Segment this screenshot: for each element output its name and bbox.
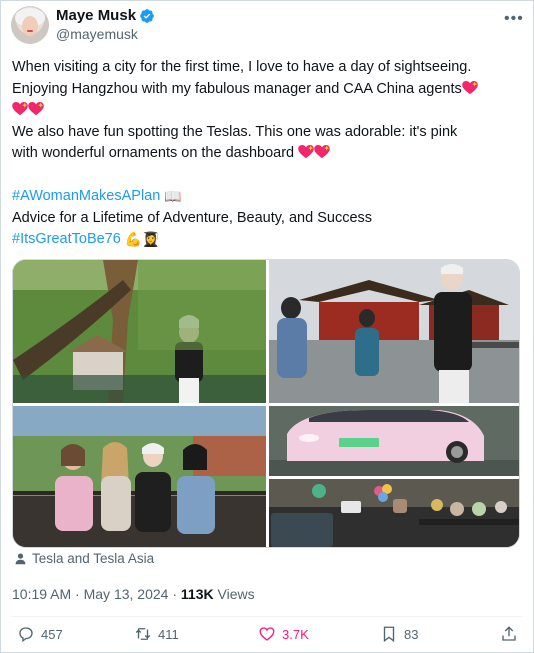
person-icon [15,553,26,565]
tweet-line: We also have fun spotting the Teslas. Th… [12,123,458,140]
reply-button[interactable]: 457 [17,625,63,643]
like-count: 3.7K [282,626,309,642]
like-button[interactable]: 3.7K [258,625,309,643]
tweet-line: #ItsGreatToBe76 💪👩‍🎓 [12,229,524,251]
hashtag-link[interactable]: #ItsGreatToBe76 [12,231,121,247]
share-button[interactable] [500,625,518,643]
bookmark-count: 83 [404,626,419,642]
action-bar: 457 411 3.7K 83 [0,625,534,649]
like-icon [259,627,275,641]
reply-icon [19,627,33,643]
tweet-line: #AWomanMakesAPlan 📖 [12,186,524,208]
avatar[interactable] [11,6,49,44]
sparkling-heart-emoji [462,80,478,94]
photo-dashboard[interactable] [269,479,519,547]
reply-count: 457 [41,626,63,642]
sparkling-heart-emoji [28,102,44,116]
more-options-icon[interactable]: ••• [504,10,524,28]
photo-group[interactable] [13,406,266,547]
flexed-biceps-emoji: 💪 [124,231,143,247]
photo-willow-garden[interactable] [13,260,266,403]
open-book-emoji: 📖 [164,188,182,204]
hashtag-link[interactable]: #AWomanMakesAPlan [12,188,160,204]
repost-count: 411 [158,626,179,642]
views-label: Views [217,586,255,602]
bookmark-button[interactable]: 83 [380,625,418,643]
tweet-line: When visiting a city for the first time,… [12,59,472,75]
woman-student-emoji: 👩‍🎓 [142,231,160,247]
tweet-time[interactable]: 10:19 AM [12,586,71,602]
bookmark-icon [383,626,395,643]
tweet-date[interactable]: May 13, 2024 [84,586,169,602]
tweet-line: with wonderful ornaments on the dashboar… [12,143,524,165]
photo-pagoda[interactable] [269,260,519,403]
photo-pink-tesla[interactable] [269,406,519,476]
sparkling-heart-emoji [298,145,314,159]
repost-button[interactable]: 411 [134,625,179,643]
divider [12,616,522,617]
tagged-users-label: Tesla and Tesla Asia [32,551,155,566]
repost-icon [135,628,151,640]
sparkling-heart-emoji [314,145,330,159]
tweet-text: When visiting a city for the first time,… [12,57,524,251]
author-handle[interactable]: @mayemusk [56,26,138,42]
sparkling-heart-emoji [12,102,28,116]
tagged-users[interactable]: Tesla and Tesla Asia [14,551,154,566]
author-row: Maye Musk [56,7,155,24]
verified-badge-icon [140,8,154,23]
tweet-line: Enjoying Hangzhou with my fabulous manag… [12,79,524,101]
tweet-line: Advice for a Lifetime of Adventure, Beau… [12,209,373,226]
views-count: 113K [180,586,214,602]
tweet-line [12,100,524,122]
author-name[interactable]: Maye Musk [56,7,136,24]
tweet-meta: 10:19 AM · May 13, 2024 · 113K Views [12,586,255,602]
share-icon [502,626,516,641]
media-grid [12,259,520,548]
